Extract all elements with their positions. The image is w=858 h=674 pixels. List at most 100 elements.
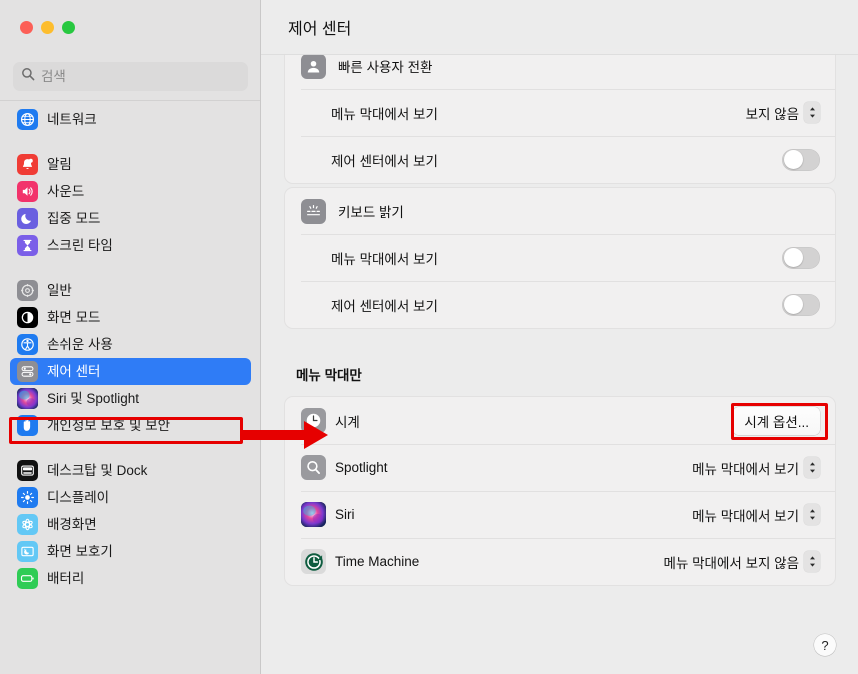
row-label: 메뉴 막대에서 보기 [331, 106, 438, 122]
keyboard-brightness-icon [301, 198, 326, 224]
chevron-updown-icon [804, 102, 820, 123]
control-center-visibility-toggle[interactable] [782, 148, 820, 171]
card-header-label: 키보드 밝기 [338, 205, 404, 220]
sidebar-item-label: Siri 및 Spotlight [47, 390, 139, 406]
hand-icon [17, 415, 38, 436]
clock-row: 시계 시계 옵션... [285, 397, 835, 444]
sidebar-item-displays[interactable]: 디스플레이 [10, 484, 251, 511]
siri-row: Siri 메뉴 막대에서 보기 [285, 491, 835, 538]
spotlight-icon [301, 455, 326, 480]
globe-icon [17, 109, 38, 130]
sidebar-item-label: 개인정보 보호 및 보안 [47, 417, 171, 433]
menubar-visibility-toggle[interactable] [782, 246, 820, 269]
clock-icon [301, 408, 326, 433]
search-icon [21, 67, 35, 86]
sidebar-group-system: 일반 화면 모드 손쉬운 사용 제어 센터 Siri 및 Spotlight 개… [10, 274, 251, 439]
sidebar-item-label: 알림 [47, 156, 72, 172]
popup-value: 보지 않음 [745, 106, 799, 122]
card-header: 키보드 밝기 [285, 188, 835, 234]
row-label: Siri [335, 507, 355, 522]
settings-row: 메뉴 막대에서 보기 [285, 234, 835, 281]
bell-icon [17, 154, 38, 175]
menu-bar-only-section-title: 메뉴 막대만 [296, 368, 362, 383]
sidebar-item-sound[interactable]: 사운드 [10, 178, 251, 205]
screensaver-icon [17, 541, 38, 562]
sidebar-item-notifications[interactable]: 알림 [10, 151, 251, 178]
sidebar-group-network: 네트워크 [10, 103, 251, 133]
sidebar-item-screen-time[interactable]: 스크린 타임 [10, 232, 251, 259]
menubar-visibility-popup[interactable]: 보지 않음 [746, 102, 820, 123]
spotlight-row: Spotlight 메뉴 막대에서 보기 [285, 444, 835, 491]
wallpaper-icon [17, 514, 38, 535]
help-button[interactable]: ? [814, 634, 836, 656]
fast-user-switching-icon [301, 53, 326, 79]
time-machine-icon [301, 549, 326, 574]
sidebar-item-wallpaper[interactable]: 배경화면 [10, 511, 251, 538]
siri-icon [301, 502, 326, 527]
search-input[interactable] [41, 69, 240, 84]
settings-row: 제어 센터에서 보기 [285, 281, 835, 328]
sidebar-item-appearance[interactable]: 화면 모드 [10, 304, 251, 331]
sidebar-item-label: 데스크탑 및 Dock [47, 462, 148, 478]
sidebar-item-battery[interactable]: 배터리 [10, 565, 251, 592]
menu-bar-only-card: 시계 시계 옵션... Spotlight 메뉴 막대에서 보기 Siri 메뉴… [284, 396, 836, 586]
chevron-updown-icon [804, 551, 820, 572]
speaker-icon [17, 181, 38, 202]
minimize-window-button[interactable] [41, 21, 54, 34]
sidebar: 네트워크 알림 [0, 0, 261, 674]
sidebar-item-label: 일반 [47, 282, 72, 298]
siri-visibility-popup[interactable]: 메뉴 막대에서 보기 [692, 504, 820, 525]
sidebar-item-label: 화면 보호기 [47, 543, 113, 559]
maximize-window-button[interactable] [62, 21, 75, 34]
sidebar-item-label: 배터리 [47, 570, 85, 586]
row-label: 제어 센터에서 보기 [331, 153, 438, 169]
sidebar-group-desktop: 데스크탑 및 Dock 디스플레이 배경화면 화면 보호기 배터리 [10, 454, 251, 592]
page-title: 제어 센터 [288, 21, 352, 38]
sidebar-item-siri-spotlight[interactable]: Siri 및 Spotlight [10, 385, 251, 412]
battery-icon [17, 568, 38, 589]
sidebar-item-label: 사운드 [47, 183, 85, 199]
sidebar-item-control-center[interactable]: 제어 센터 [10, 358, 251, 385]
system-settings-window: 네트워크 알림 [0, 0, 858, 674]
keyboard-brightness-card: 키보드 밝기 메뉴 막대에서 보기 제어 센터에서 보기 [284, 187, 836, 329]
control-center-visibility-toggle[interactable] [782, 293, 820, 316]
row-label: 제어 센터에서 보기 [331, 298, 438, 314]
control-center-icon [17, 361, 38, 382]
sidebar-item-focus[interactable]: 집중 모드 [10, 205, 251, 232]
desktop-dock-icon [17, 460, 38, 481]
moon-icon [17, 208, 38, 229]
close-window-button[interactable] [20, 21, 33, 34]
sidebar-item-desktop-dock[interactable]: 데스크탑 및 Dock [10, 457, 251, 484]
sidebar-item-general[interactable]: 일반 [10, 277, 251, 304]
clock-options-button[interactable]: 시계 옵션... [733, 406, 820, 435]
sidebar-item-label: 손쉬운 사용 [47, 336, 113, 352]
row-label: 시계 [335, 414, 360, 430]
spotlight-visibility-popup[interactable]: 메뉴 막대에서 보기 [692, 457, 820, 478]
chevron-updown-icon [804, 504, 820, 525]
display-icon [17, 487, 38, 508]
sidebar-item-accessibility[interactable]: 손쉬운 사용 [10, 331, 251, 358]
settings-row: 제어 센터에서 보기 [285, 136, 835, 183]
time-machine-row: Time Machine 메뉴 막대에서 보지 않음 [285, 538, 835, 585]
accessibility-icon [17, 334, 38, 355]
fast-user-switching-card: 빠른 사용자 전환 메뉴 막대에서 보기 보지 않음 제어 센터에서 보기 [284, 42, 836, 184]
window-controls [20, 21, 75, 34]
card-header-label: 빠른 사용자 전환 [338, 60, 433, 75]
time-machine-visibility-popup[interactable]: 메뉴 막대에서 보지 않음 [664, 551, 820, 572]
sidebar-item-label: 화면 모드 [47, 309, 101, 325]
settings-row: 메뉴 막대에서 보기 보지 않음 [285, 89, 835, 136]
hourglass-icon [17, 235, 38, 256]
popup-value: 메뉴 막대에서 보지 않음 [663, 555, 799, 571]
sidebar-item-label: 디스플레이 [47, 489, 110, 505]
sidebar-nav: 네트워크 알림 사운드 집중 모드 스크린 타임 일반 화면 모드 손쉬운 사용… [0, 103, 260, 592]
sidebar-item-screensaver[interactable]: 화면 보호기 [10, 538, 251, 565]
row-label: 메뉴 막대에서 보기 [331, 251, 438, 267]
content-header: 제어 센터 [261, 0, 858, 55]
sidebar-item-privacy-security[interactable]: 개인정보 보호 및 보안 [10, 412, 251, 439]
search-field[interactable] [13, 62, 248, 91]
sidebar-item-label: 스크린 타임 [47, 237, 113, 253]
chevron-updown-icon [804, 457, 820, 478]
sidebar-item-label: 배경화면 [47, 516, 97, 532]
sidebar-group-alerts: 알림 사운드 집중 모드 스크린 타임 [10, 148, 251, 259]
sidebar-item-network[interactable]: 네트워크 [10, 106, 251, 133]
